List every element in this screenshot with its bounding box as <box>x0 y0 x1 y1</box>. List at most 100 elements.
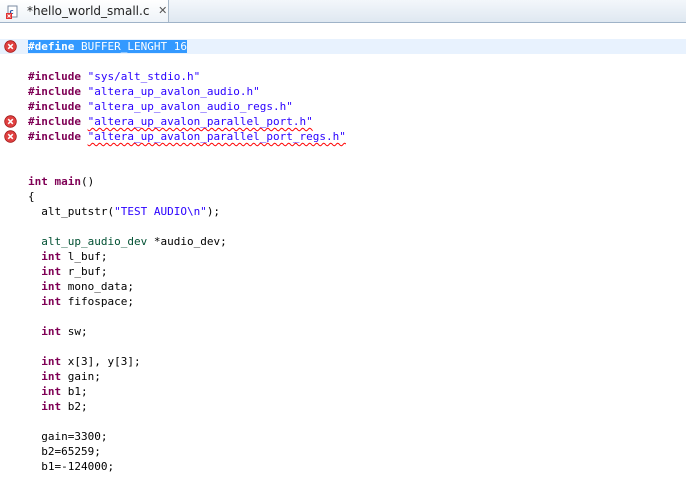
code-line[interactable]: #include "altera_up_avalon_parallel_port… <box>0 114 686 129</box>
tab-title: *hello_world_small.c <box>27 4 150 18</box>
code-line[interactable]: #include "sys/alt_stdio.h" <box>0 69 686 84</box>
error-marker-icon[interactable] <box>4 40 17 53</box>
code-text: #define BUFFER_LENGHT 16 <box>28 39 187 54</box>
code-token: x[3], y[3]; <box>61 355 141 368</box>
code-line[interactable]: int mono_data; <box>0 279 686 294</box>
code-token: "altera_up_avalon_audio.h" <box>87 85 260 98</box>
code-text: int b1; <box>28 384 88 399</box>
code-token: sw; <box>61 325 88 338</box>
code-line[interactable]: int gain; <box>0 369 686 384</box>
code-token: l_buf; <box>61 250 108 263</box>
code-text: alt_putstr("TEST AUDIO\n"); <box>28 204 220 219</box>
code-token: () <box>81 175 95 188</box>
code-token: #include <box>28 130 81 143</box>
code-token: r_buf; <box>61 265 108 278</box>
code-token: "sys/alt_stdio.h" <box>87 70 201 83</box>
code-line[interactable]: gain=3300; <box>0 429 686 444</box>
code-line[interactable]: int b1; <box>0 384 686 399</box>
code-line[interactable]: #define BUFFER_LENGHT 16 <box>0 39 686 54</box>
code-text: int sw; <box>28 324 88 339</box>
code-line[interactable]: int sw; <box>0 324 686 339</box>
code-text: int l_buf; <box>28 249 107 264</box>
code-line[interactable]: alt_putstr("TEST AUDIO\n"); <box>0 204 686 219</box>
code-token: mono_data; <box>61 280 134 293</box>
c-source-file-error-icon: c <box>6 4 20 19</box>
code-token: b2; <box>61 400 88 413</box>
code-text: int r_buf; <box>28 264 107 279</box>
code-line[interactable]: { <box>0 189 686 204</box>
code-token: #include <box>28 70 81 83</box>
code-text: int main() <box>28 174 94 189</box>
close-icon[interactable]: ✕ <box>157 5 168 17</box>
tab-hello-world-small-c[interactable]: c *hello_world_small.c ✕ <box>0 0 169 22</box>
code-text: #include "altera_up_avalon_audio.h" <box>28 84 260 99</box>
code-text: #include "sys/alt_stdio.h" <box>28 69 200 84</box>
code-token: fifospace; <box>61 295 134 308</box>
code-line[interactable]: #include "altera_up_avalon_audio.h" <box>0 84 686 99</box>
code-text: b1=-124000; <box>28 459 114 474</box>
code-token: BUFFER_LENGHT 16 <box>74 40 187 53</box>
code-line[interactable]: int main() <box>0 174 686 189</box>
code-line[interactable]: int b2; <box>0 399 686 414</box>
code-text: int x[3], y[3]; <box>28 354 141 369</box>
code-line[interactable]: int r_buf; <box>0 264 686 279</box>
code-token: "TEST AUDIO\n" <box>114 205 207 218</box>
code-token: b2=65259; <box>28 445 101 458</box>
code-token: b1; <box>61 385 88 398</box>
code-token: gain; <box>61 370 101 383</box>
code-token: alt_putstr( <box>28 205 115 218</box>
code-line[interactable]: #include "altera_up_avalon_audio_regs.h" <box>0 99 686 114</box>
code-token: #include <box>28 100 81 113</box>
code-token: main <box>54 175 82 188</box>
code-token: int <box>41 370 62 383</box>
code-token: int <box>41 265 62 278</box>
code-text: int b2; <box>28 399 88 414</box>
code-token: "altera_up_avalon_audio_regs.h" <box>87 100 293 113</box>
code-line[interactable]: int x[3], y[3]; <box>0 354 686 369</box>
editor-tab-bar: c *hello_world_small.c ✕ <box>0 0 686 23</box>
code-token: #include <box>28 85 81 98</box>
error-marker-icon[interactable] <box>4 115 17 128</box>
code-token: int <box>28 175 48 188</box>
code-token: #define <box>28 40 75 53</box>
code-line[interactable]: int l_buf; <box>0 249 686 264</box>
code-line[interactable]: b1=-124000; <box>0 459 686 474</box>
code-token: *audio_dev; <box>147 235 227 248</box>
code-text: { <box>28 189 35 204</box>
code-editor[interactable]: #define BUFFER_LENGHT 16 #include "sys/al… <box>0 23 686 487</box>
code-token: gain=3300; <box>28 430 108 443</box>
code-token: #include <box>28 115 81 128</box>
code-token: int <box>41 250 62 263</box>
code-text: #include "altera_up_avalon_parallel_port… <box>28 114 313 129</box>
code-text: alt_up_audio_dev *audio_dev; <box>28 234 227 249</box>
code-token: b1=-124000; <box>28 460 115 473</box>
code-text: b2=65259; <box>28 444 101 459</box>
code-line[interactable]: #include "altera_up_avalon_parallel_port… <box>0 129 686 144</box>
code-line[interactable]: alt_up_audio_dev *audio_dev; <box>0 234 686 249</box>
code-token: alt_up_audio_dev <box>41 235 148 248</box>
code-token: int <box>41 295 62 308</box>
code-token: int <box>41 280 62 293</box>
code-line[interactable]: b2=65259; <box>0 444 686 459</box>
code-line[interactable]: int fifospace; <box>0 294 686 309</box>
code-token: "altera_up_avalon_parallel_port.h" <box>87 115 313 128</box>
code-text: int gain; <box>28 369 101 384</box>
code-token: "altera_up_avalon_parallel_port_regs.h" <box>87 130 346 143</box>
code-token: ); <box>206 205 221 218</box>
code-text: int fifospace; <box>28 294 134 309</box>
error-marker-icon[interactable] <box>4 130 17 143</box>
